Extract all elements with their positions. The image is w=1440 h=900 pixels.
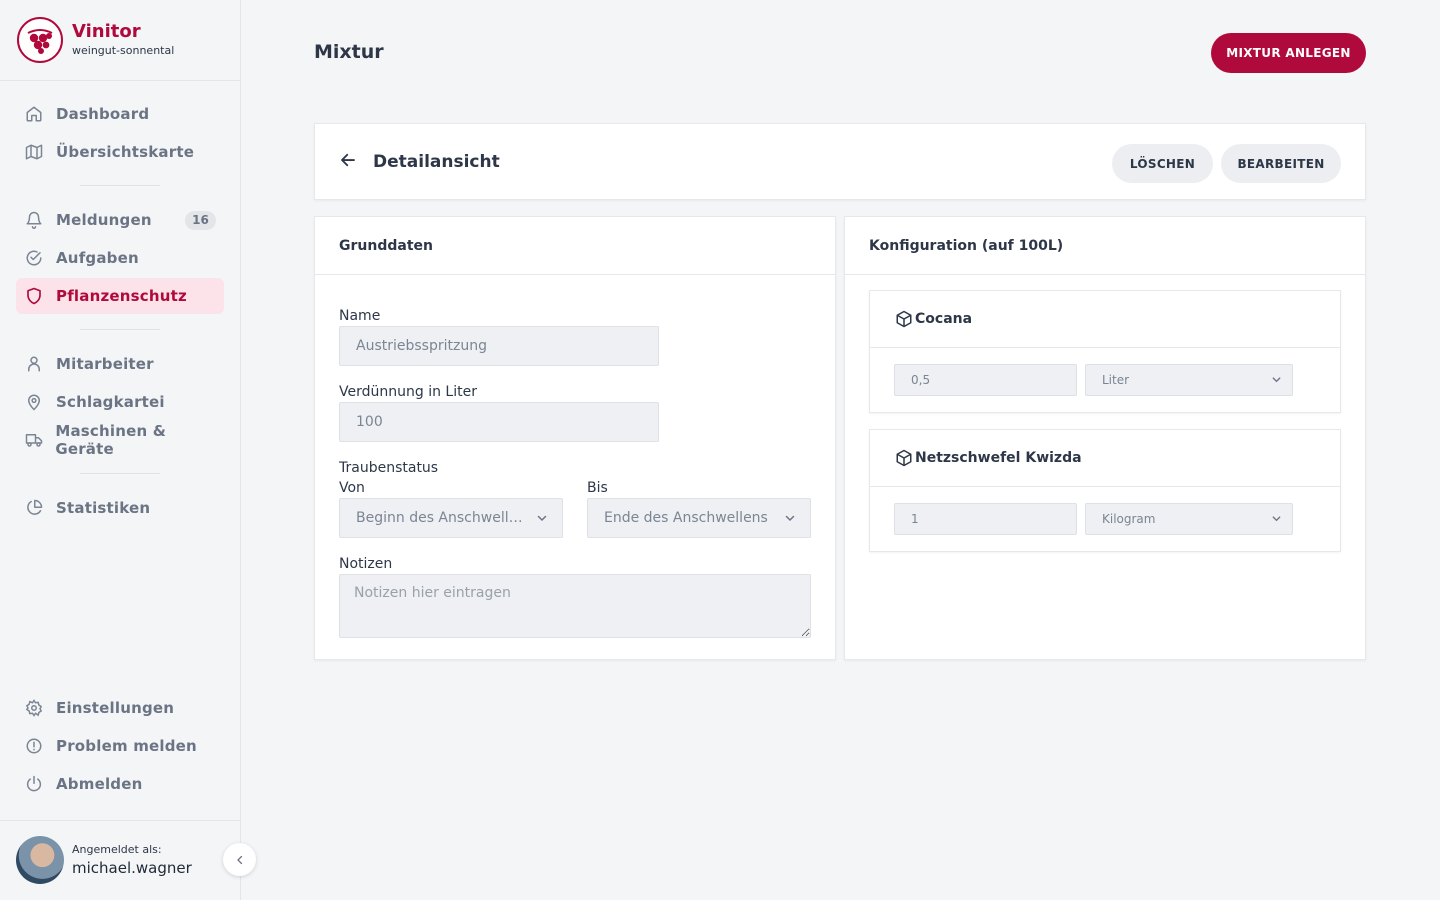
nav-label: Pflanzenschutz — [56, 287, 187, 305]
nav-item-aufgaben[interactable]: Aufgaben — [16, 240, 224, 276]
card-title: Grunddaten — [315, 217, 835, 275]
user-icon — [24, 354, 44, 374]
select-value: Liter — [1102, 373, 1130, 387]
product-name: Netzschwefel Kwizda — [915, 450, 1082, 466]
product-item: Cocana Liter — [869, 290, 1341, 413]
grape-status-to-select[interactable]: Ende des Anschwellens — [587, 498, 811, 538]
grape-logo-icon — [17, 17, 63, 63]
nav-divider — [80, 473, 160, 474]
main-nav: Dashboard Übersichtskarte Meldungen 16 A… — [0, 96, 240, 528]
nav-divider — [80, 329, 160, 330]
create-mixture-button[interactable]: MIXTUR ANLEGEN — [1211, 33, 1366, 73]
notes-label: Notizen — [339, 556, 393, 572]
dilution-label: Verdünnung in Liter — [339, 384, 477, 400]
edit-button[interactable]: BEARBEITEN — [1221, 144, 1341, 183]
nav-label: Abmelden — [56, 775, 143, 793]
product-name: Cocana — [915, 311, 973, 327]
nav-item-statistiken[interactable]: Statistiken — [16, 490, 224, 526]
check-circle-icon — [24, 248, 44, 268]
chevron-down-icon — [537, 515, 547, 522]
sidebar: Vinitor weingut-sonnental Dashboard Über… — [0, 0, 241, 900]
amount-field[interactable] — [894, 503, 1077, 535]
logged-in-label: Angemeldet als: — [72, 843, 162, 856]
avatar[interactable] — [16, 836, 64, 884]
dilution-field[interactable] — [339, 402, 659, 442]
tenant-name: weingut-sonnental — [72, 44, 175, 57]
product-item: Netzschwefel Kwizda Kilogram — [869, 429, 1341, 552]
notes-textarea[interactable] — [339, 574, 811, 638]
grape-status-label: Traubenstatus — [339, 460, 439, 476]
nav-item-schlagkartei[interactable]: Schlagkartei — [16, 384, 224, 420]
select-value: Ende des Anschwellens — [604, 510, 768, 526]
grape-status-from-select[interactable]: Beginn des Anschwellens — [339, 498, 563, 538]
chevron-left-icon — [236, 855, 242, 864]
nav-divider — [80, 185, 160, 186]
package-icon — [896, 310, 912, 328]
nav-item-meldungen[interactable]: Meldungen 16 — [16, 202, 224, 238]
notification-count-badge: 16 — [185, 211, 216, 230]
nav-item-problem-melden[interactable]: Problem melden — [16, 728, 224, 764]
nav-item-dashboard[interactable]: Dashboard — [16, 96, 224, 132]
nav-item-maschinen[interactable]: Maschinen & Geräte — [16, 422, 224, 458]
chevron-down-icon — [785, 515, 795, 522]
configuration-card: Konfiguration (auf 100L) Cocana Liter Ne… — [844, 216, 1366, 660]
nav-item-pflanzenschutz[interactable]: Pflanzenschutz — [16, 278, 224, 314]
nav-label: Übersichtskarte — [56, 143, 195, 161]
map-icon — [24, 142, 44, 162]
nav-label: Aufgaben — [56, 249, 139, 267]
nav-label: Schlagkartei — [56, 393, 165, 411]
nav-item-einstellungen[interactable]: Einstellungen — [16, 690, 224, 726]
pie-chart-icon — [24, 498, 44, 518]
card-title: Konfiguration (auf 100L) — [845, 217, 1365, 275]
map-pin-icon — [24, 392, 44, 412]
select-value: Beginn des Anschwellens — [356, 510, 531, 526]
unit-select[interactable]: Liter — [1085, 364, 1293, 396]
to-label: Bis — [587, 480, 608, 496]
nav-label: Problem melden — [56, 737, 197, 755]
truck-icon — [24, 430, 43, 450]
brand[interactable]: Vinitor weingut-sonnental — [0, 0, 240, 81]
nav-label: Meldungen — [56, 211, 152, 229]
collapse-sidebar-button[interactable] — [223, 843, 256, 876]
nav-item-mitarbeiter[interactable]: Mitarbeiter — [16, 346, 224, 382]
back-arrow-icon[interactable] — [339, 151, 359, 171]
power-icon — [24, 774, 44, 794]
bell-icon — [24, 210, 44, 230]
delete-button[interactable]: LÖSCHEN — [1112, 144, 1213, 183]
from-label: Von — [339, 480, 365, 496]
nav-item-uebersichtskarte[interactable]: Übersichtskarte — [16, 134, 224, 170]
nav-label: Mitarbeiter — [56, 355, 154, 373]
nav-label: Dashboard — [56, 105, 150, 123]
detail-toolbar: Detailansicht LÖSCHEN BEARBEITEN — [314, 123, 1366, 200]
chevron-down-icon — [1272, 377, 1281, 383]
alert-circle-icon — [24, 736, 44, 756]
amount-field[interactable] — [894, 364, 1077, 396]
page-title: Mixtur — [314, 41, 384, 63]
brand-name: Vinitor — [72, 21, 141, 42]
username: michael.wagner — [72, 859, 192, 877]
chevron-down-icon — [1272, 516, 1281, 522]
gear-icon — [24, 698, 44, 718]
select-value: Kilogram — [1102, 512, 1156, 526]
user-panel: Angemeldet als: michael.wagner — [0, 820, 240, 900]
unit-select[interactable]: Kilogram — [1085, 503, 1293, 535]
name-label: Name — [339, 308, 381, 324]
detail-title: Detailansicht — [373, 152, 500, 172]
nav-item-abmelden[interactable]: Abmelden — [16, 766, 224, 802]
nav-label: Maschinen & Geräte — [55, 422, 167, 458]
secondary-nav: Einstellungen Problem melden Abmelden — [0, 690, 240, 804]
name-field[interactable] — [339, 326, 659, 366]
package-icon — [896, 449, 912, 467]
nav-label: Einstellungen — [56, 699, 175, 717]
shield-icon — [24, 286, 44, 306]
home-icon — [24, 104, 44, 124]
nav-label: Statistiken — [56, 499, 151, 517]
basic-data-card: Grunddaten Name Verdünnung in Liter Trau… — [314, 216, 836, 660]
